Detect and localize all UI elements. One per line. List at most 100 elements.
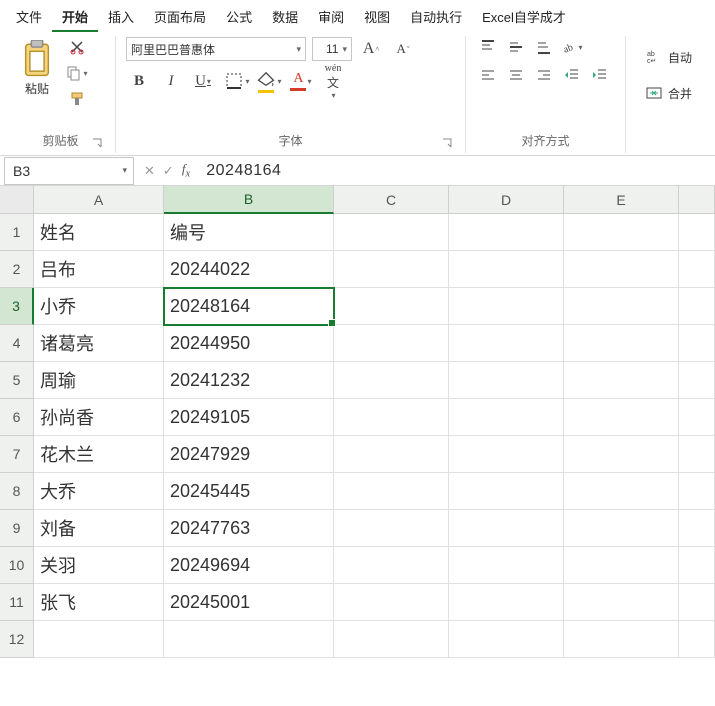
align-right-button[interactable] (532, 64, 556, 86)
row-header-10[interactable]: 10 (0, 547, 34, 584)
cell-D8[interactable] (449, 473, 564, 510)
row-header-6[interactable]: 6 (0, 399, 34, 436)
name-box[interactable]: B3 ▾ (4, 157, 134, 185)
row-header-7[interactable]: 7 (0, 436, 34, 473)
menu-tab-addin[interactable]: Excel自学成才 (472, 1, 576, 32)
copy-button[interactable]: ▾ (64, 62, 90, 84)
row-header-3[interactable]: 3 (0, 288, 34, 325)
cell-C8[interactable] (334, 473, 449, 510)
menu-tab-layout[interactable]: 页面布局 (144, 1, 216, 32)
font-name-combo[interactable]: 阿里巴巴普惠体 ▾ (126, 37, 306, 61)
cell-D11[interactable] (449, 584, 564, 621)
align-center-button[interactable] (504, 64, 528, 86)
menu-tab-file[interactable]: 文件 (6, 1, 52, 32)
align-middle-button[interactable] (504, 36, 528, 58)
menu-tab-review[interactable]: 审阅 (308, 1, 354, 32)
cell-A11[interactable]: 张飞 (34, 584, 164, 621)
cell-A9[interactable]: 刘备 (34, 510, 164, 547)
cell-E10[interactable] (564, 547, 679, 584)
bold-button[interactable]: B (126, 68, 152, 94)
clipboard-launcher-icon[interactable] (91, 137, 103, 149)
cell-B5[interactable]: 20241232 (164, 362, 334, 399)
font-launcher-icon[interactable] (441, 137, 453, 149)
cell-A12[interactable] (34, 621, 164, 658)
cell-D7[interactable] (449, 436, 564, 473)
cell-extra-8[interactable] (679, 473, 715, 510)
cell-extra-2[interactable] (679, 251, 715, 288)
decrease-font-button[interactable]: Aˇ (390, 36, 416, 62)
cell-C2[interactable] (334, 251, 449, 288)
wrap-text-button[interactable]: abc↵ 自动 (640, 40, 698, 74)
cell-extra-4[interactable] (679, 325, 715, 362)
row-header-11[interactable]: 11 (0, 584, 34, 621)
column-header-C[interactable]: C (334, 186, 449, 214)
menu-tab-insert[interactable]: 插入 (98, 1, 144, 32)
cell-D10[interactable] (449, 547, 564, 584)
formula-input[interactable]: 20248164 (196, 162, 715, 180)
align-top-button[interactable] (476, 36, 500, 58)
cell-extra-3[interactable] (679, 288, 715, 325)
cell-A7[interactable]: 花木兰 (34, 436, 164, 473)
cell-C1[interactable] (334, 214, 449, 251)
cell-B11[interactable]: 20245001 (164, 584, 334, 621)
cell-C5[interactable] (334, 362, 449, 399)
cell-extra-7[interactable] (679, 436, 715, 473)
menu-tab-view[interactable]: 视图 (354, 1, 400, 32)
cell-E9[interactable] (564, 510, 679, 547)
cell-E8[interactable] (564, 473, 679, 510)
fx-icon[interactable]: fx (182, 161, 190, 180)
cell-extra-5[interactable] (679, 362, 715, 399)
cell-E12[interactable] (564, 621, 679, 658)
row-header-9[interactable]: 9 (0, 510, 34, 547)
font-color-button[interactable]: A▾ (288, 68, 314, 94)
align-left-button[interactable] (476, 64, 500, 86)
cell-D5[interactable] (449, 362, 564, 399)
merge-cells-button[interactable]: 合并 (640, 76, 698, 110)
phonetic-button[interactable]: wén文▾ (320, 68, 346, 94)
cell-C6[interactable] (334, 399, 449, 436)
cell-A8[interactable]: 大乔 (34, 473, 164, 510)
cell-extra-10[interactable] (679, 547, 715, 584)
cell-A1[interactable]: 姓名 (34, 214, 164, 251)
cell-C10[interactable] (334, 547, 449, 584)
cell-D6[interactable] (449, 399, 564, 436)
cell-B4[interactable]: 20244950 (164, 325, 334, 362)
cell-C7[interactable] (334, 436, 449, 473)
cell-B3[interactable]: 20248164 (164, 288, 334, 325)
align-bottom-button[interactable] (532, 36, 556, 58)
cell-A10[interactable]: 关羽 (34, 547, 164, 584)
spreadsheet-grid[interactable]: ABCDE1姓名编号2吕布202440223小乔202481644诸葛亮2024… (0, 186, 715, 658)
column-header-E[interactable]: E (564, 186, 679, 214)
cell-B8[interactable]: 20245445 (164, 473, 334, 510)
cell-C9[interactable] (334, 510, 449, 547)
select-all-corner[interactable] (0, 186, 34, 214)
cell-D4[interactable] (449, 325, 564, 362)
cell-C3[interactable] (334, 288, 449, 325)
cancel-formula-icon[interactable]: ✕ (144, 163, 155, 179)
cell-C11[interactable] (334, 584, 449, 621)
cell-B2[interactable]: 20244022 (164, 251, 334, 288)
underline-button[interactable]: U▾ (190, 68, 216, 94)
cell-B1[interactable]: 编号 (164, 214, 334, 251)
cell-A4[interactable]: 诸葛亮 (34, 325, 164, 362)
italic-button[interactable]: I (158, 68, 184, 94)
cell-B10[interactable]: 20249694 (164, 547, 334, 584)
cell-E2[interactable] (564, 251, 679, 288)
increase-indent-button[interactable] (588, 64, 612, 86)
column-header-D[interactable]: D (449, 186, 564, 214)
row-header-4[interactable]: 4 (0, 325, 34, 362)
format-painter-button[interactable] (64, 88, 90, 110)
cell-D12[interactable] (449, 621, 564, 658)
menu-tab-auto[interactable]: 自动执行 (400, 1, 472, 32)
cell-D2[interactable] (449, 251, 564, 288)
cell-E7[interactable] (564, 436, 679, 473)
cell-D3[interactable] (449, 288, 564, 325)
decrease-indent-button[interactable] (560, 64, 584, 86)
cell-D9[interactable] (449, 510, 564, 547)
row-header-2[interactable]: 2 (0, 251, 34, 288)
cell-E1[interactable] (564, 214, 679, 251)
cell-E3[interactable] (564, 288, 679, 325)
cell-E4[interactable] (564, 325, 679, 362)
cell-extra-1[interactable] (679, 214, 715, 251)
cell-B9[interactable]: 20247763 (164, 510, 334, 547)
